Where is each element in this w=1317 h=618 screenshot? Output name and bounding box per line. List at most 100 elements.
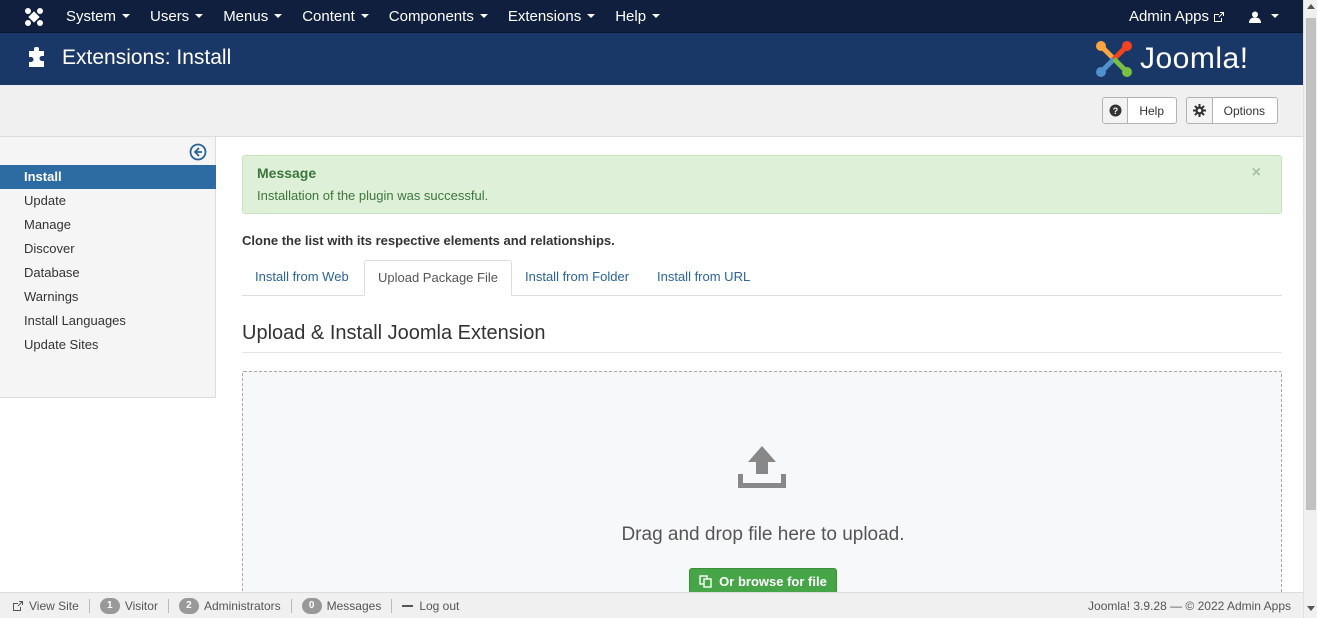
separator [88,599,90,613]
tab-install-from-web[interactable]: Install from Web [242,260,362,296]
chevron-down-icon [274,14,283,19]
menu-help[interactable]: Help [605,0,670,33]
user-menu[interactable] [1249,11,1279,23]
clone-note: Clone the list with its respective eleme… [242,233,615,248]
menu-users-label: Users [150,8,190,25]
messages-label: Messages [326,599,382,613]
menu-components[interactable]: Components [379,0,498,33]
options-label: Options [1223,103,1265,118]
messages-count[interactable]: 0 Messages [301,598,382,614]
main-menu: System Users Menus Content Components Ex… [56,0,670,33]
question-circle-icon: ? [1103,98,1129,123]
section-title: Upload & Install Joomla Extension [242,322,546,344]
admin-apps-label: Admin Apps [1128,8,1209,25]
administrators-count[interactable]: 2 Administrators [178,598,281,614]
menu-system-label: System [66,8,117,25]
message-text: Installation of the plugin was successfu… [257,188,489,203]
separator [391,599,393,613]
menu-users[interactable]: Users [140,0,213,33]
message-title: Message [257,165,317,181]
administrators-badge: 2 [178,598,199,614]
visitor-badge: 1 [99,598,120,614]
scroll-down-icon[interactable] [1307,606,1315,611]
view-site-label: View Site [29,599,79,613]
external-link-icon [13,601,23,611]
chevron-down-icon [1271,13,1279,18]
joomla-brand-icon[interactable] [24,7,44,27]
browse-file-button[interactable]: Or browse for file [689,568,837,594]
messages-badge: 0 [301,598,322,614]
options-button[interactable]: Options [1186,97,1278,124]
chevron-down-icon [195,14,204,19]
menu-menus[interactable]: Menus [213,0,292,33]
sidebar: Install Update Manage Discover Database … [0,137,216,398]
help-label: Help [1139,103,1164,118]
tab-install-from-folder[interactable]: Install from Folder [512,260,642,296]
section-divider [242,352,1282,353]
chevron-down-icon [479,14,488,19]
status-bar: View Site 1 Visitor 2 Administrators 0 M… [0,592,1303,618]
chevron-down-icon [122,14,131,19]
separator [167,599,169,613]
sidebar-list: Install Update Manage Discover Database … [0,165,216,357]
admin-apps-link[interactable]: Admin Apps [1129,8,1225,25]
success-message: Message Installation of the plugin was s… [242,155,1282,214]
view-site-link[interactable]: View Site [12,599,79,613]
svg-text:?: ? [1112,106,1118,116]
version-text: Joomla! 3.9.28 — © 2022 Admin Apps [1088,599,1291,613]
copy-icon [699,574,712,588]
vertical-scrollbar[interactable] [1303,0,1317,618]
menu-menus-label: Menus [223,8,269,25]
logout-link[interactable]: Log out [402,599,459,613]
page-title: Extensions: Install [62,46,232,69]
visitor-count[interactable]: 1 Visitor [99,598,158,614]
sidebar-item-update[interactable]: Update [0,189,216,213]
toolbar: ? Help Options [0,85,1303,137]
install-tabs: Install from Web Upload Package File Ins… [242,260,1282,296]
administrators-label: Administrators [203,599,281,613]
logout-label: Log out [419,599,460,613]
tab-install-from-url[interactable]: Install from URL [644,260,763,296]
chevron-down-icon [360,14,369,19]
sidebar-item-update-sites[interactable]: Update Sites [0,333,216,357]
menu-content-label: Content [302,8,355,25]
drop-instructions: Drag and drop file here to upload. [621,524,905,545]
upload-dropzone[interactable]: Drag and drop file here to upload. Or br… [242,371,1282,611]
gear-icon [1187,98,1213,123]
minus-icon [402,605,414,607]
separator [290,599,292,613]
sidebar-item-database[interactable]: Database [0,261,216,285]
joomla-logo: Joomla! [1094,39,1284,79]
menu-help-label: Help [615,8,647,25]
sidebar-item-discover[interactable]: Discover [0,237,216,261]
sidebar-item-install-languages[interactable]: Install Languages [0,309,216,333]
user-icon [1249,11,1261,23]
tab-upload-package-file[interactable]: Upload Package File [364,260,512,296]
menu-extensions-label: Extensions [507,8,582,25]
external-link-icon [1214,11,1224,22]
menu-extensions[interactable]: Extensions [498,0,605,33]
arrow-left-circle-icon[interactable] [189,143,207,161]
sidebar-item-warnings[interactable]: Warnings [0,285,216,309]
chevron-down-icon [587,14,596,19]
scroll-up-icon[interactable] [1307,4,1315,9]
sidebar-item-manage[interactable]: Manage [0,213,216,237]
joomla-logo-icon [1096,41,1132,77]
sidebar-item-install[interactable]: Install [0,165,216,189]
menu-system[interactable]: System [56,0,140,33]
close-icon[interactable]: × [1252,164,1261,182]
top-navbar: System Users Menus Content Components Ex… [0,0,1303,33]
navbar-right: Admin Apps [1129,0,1279,33]
puzzle-icon [29,47,44,67]
upload-icon [738,446,786,488]
status-bar-left: View Site 1 Visitor 2 Administrators 0 M… [12,593,459,618]
joomla-logo-text: Joomla! [1140,42,1249,75]
chevron-down-icon [652,14,661,19]
help-button[interactable]: ? Help [1102,97,1177,124]
browse-file-label: Or browse for file [719,573,827,589]
menu-components-label: Components [388,8,474,25]
menu-content[interactable]: Content [292,0,379,33]
visitor-label: Visitor [124,599,158,613]
scrollbar-thumb[interactable] [1306,18,1316,510]
page-header: Extensions: Install Joomla! [0,33,1303,85]
